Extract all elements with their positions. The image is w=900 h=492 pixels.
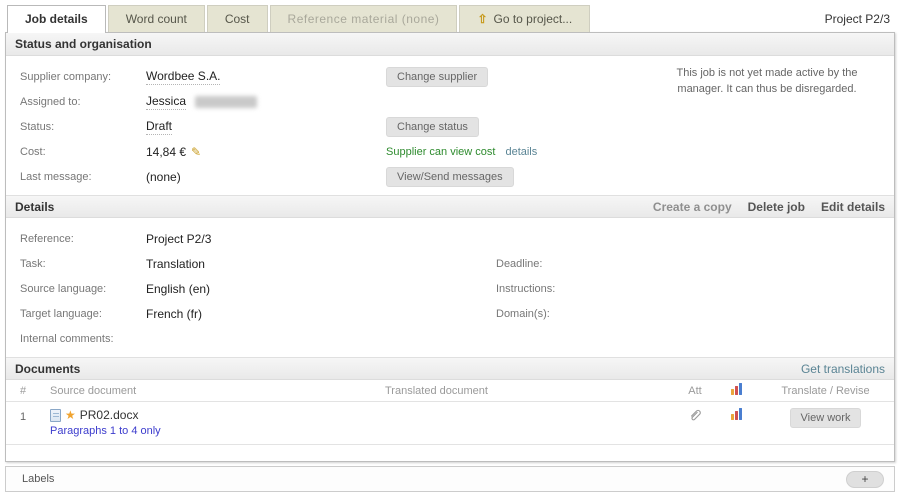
col-translate-revise: Translate / Revise (757, 385, 894, 397)
col-attachments: Att (675, 385, 715, 397)
last-message-value: (none) (146, 170, 181, 184)
documents-table-header: # Source document Translated document At… (6, 380, 894, 402)
reference-row: Reference: Project P2/3 (6, 226, 894, 251)
status-value[interactable]: Draft (146, 119, 172, 135)
up-arrow-icon: ⇧ (477, 12, 487, 26)
get-translations-link[interactable]: Get translations (801, 362, 885, 376)
documents-section-header: Documents Get translations (6, 357, 894, 380)
section-title: Status and organisation (15, 37, 152, 51)
paragraph-scope-link[interactable]: Paragraphs 1 to 4 only (50, 425, 385, 437)
tab-job-details[interactable]: Job details (7, 5, 106, 33)
assigned-to-value[interactable]: Jessica (146, 94, 186, 110)
cost-value: 14,84 € (146, 145, 186, 159)
labels-bar: Labels + (5, 466, 895, 492)
tab-word-count[interactable]: Word count (108, 5, 205, 32)
paperclip-icon[interactable] (688, 408, 703, 423)
status-row: Status: Draft Change status (6, 114, 894, 139)
stats-icon (715, 383, 757, 398)
status-section-header: Status and organisation (6, 33, 894, 56)
change-supplier-button[interactable]: Change supplier (386, 67, 488, 87)
field-label: Internal comments: (6, 333, 146, 345)
task-value: Translation (146, 257, 496, 271)
tab-reference-material[interactable]: Reference material (none) (270, 5, 458, 32)
change-status-button[interactable]: Change status (386, 117, 479, 137)
task-row: Task: Translation Deadline: (6, 251, 894, 276)
field-label: Domain(s): (496, 308, 616, 320)
col-num: # (6, 385, 50, 397)
labels-label: Labels (22, 473, 54, 485)
field-label: Instructions: (496, 283, 616, 295)
last-message-row: Last message: (none) View/Send messages (6, 164, 894, 189)
source-document-name[interactable]: PR02.docx (80, 408, 139, 422)
source-language-row: Source language: English (en) Instructio… (6, 276, 894, 301)
target-language-value: French (fr) (146, 307, 496, 321)
star-icon: ★ (65, 408, 76, 422)
stats-icon[interactable] (715, 408, 757, 423)
col-source-document: Source document (50, 385, 385, 397)
job-details-panel: Status and organisation This job is not … (5, 32, 895, 462)
field-label: Reference: (6, 233, 146, 245)
supplier-can-view-cost-note: Supplier can view cost (386, 146, 495, 158)
project-reference: Project P2/3 (825, 12, 890, 26)
field-label: Last message: (6, 171, 146, 183)
tab-cost[interactable]: Cost (207, 5, 268, 32)
pencil-icon[interactable]: ✎ (191, 145, 201, 159)
field-label: Assigned to: (6, 96, 146, 108)
tab-label: Reference material (none) (288, 12, 440, 26)
field-label: Supplier company: (6, 71, 146, 83)
create-a-copy-link[interactable]: Create a copy (653, 200, 732, 214)
field-label: Status: (6, 121, 146, 133)
field-label: Cost: (6, 146, 146, 158)
tab-bar: Job details Word count Cost Reference ma… (0, 0, 900, 32)
job-inactive-note: This job is not yet made active by the m… (662, 66, 872, 98)
field-label: Task: (6, 258, 146, 270)
document-icon (50, 409, 61, 422)
supplier-company-value[interactable]: Wordbee S.A. (146, 69, 220, 85)
document-number: 1 (6, 408, 50, 423)
table-bottom-spacer (6, 445, 894, 461)
section-title: Documents (15, 362, 80, 376)
tab-label: Cost (225, 12, 250, 26)
view-work-button[interactable]: View work (790, 408, 862, 428)
target-language-row: Target language: French (fr) Domain(s): (6, 301, 894, 326)
field-label: Deadline: (496, 258, 616, 270)
tab-label: Job details (25, 12, 88, 26)
details-section-header: Details Create a copy Delete job Edit de… (6, 195, 894, 218)
document-row: 1 ★ PR02.docx Paragraphs 1 to 4 only Vie… (6, 402, 894, 445)
field-label: Target language: (6, 308, 146, 320)
tab-go-to-project[interactable]: ⇧ Go to project... (459, 5, 590, 32)
tab-label: Go to project... (494, 12, 573, 26)
field-label: Source language: (6, 283, 146, 295)
details-section-body: Reference: Project P2/3 Task: Translatio… (6, 218, 894, 357)
section-title: Details (15, 200, 54, 214)
redacted-name (195, 96, 257, 108)
delete-job-link[interactable]: Delete job (748, 200, 805, 214)
view-send-messages-button[interactable]: View/Send messages (386, 167, 514, 187)
source-language-value: English (en) (146, 282, 496, 296)
edit-details-link[interactable]: Edit details (821, 200, 885, 214)
cost-row: Cost: 14,84 € ✎ Supplier can view cost de… (6, 139, 894, 164)
internal-comments-row: Internal comments: (6, 326, 894, 351)
cost-details-link[interactable]: details (505, 146, 537, 158)
tab-label: Word count (126, 12, 187, 26)
status-section-body: This job is not yet made active by the m… (6, 56, 894, 195)
add-label-button[interactable]: + (846, 471, 884, 488)
col-translated-document: Translated document (385, 385, 675, 397)
reference-value: Project P2/3 (146, 232, 496, 246)
